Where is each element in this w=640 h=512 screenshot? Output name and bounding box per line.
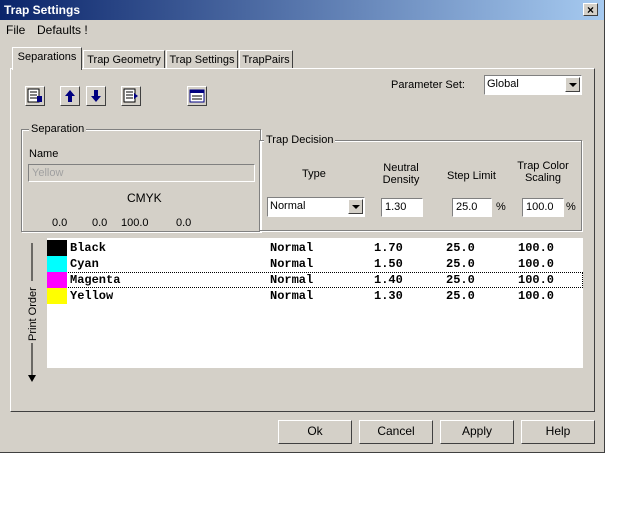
- scaling-input[interactable]: 100.0: [522, 198, 564, 217]
- separation-name: Yellow: [70, 289, 114, 303]
- step-limit-input[interactable]: 25.0: [452, 198, 492, 217]
- trap-type-value: Normal: [270, 200, 306, 212]
- color-swatch: [47, 272, 67, 288]
- scaling-unit: %: [566, 201, 576, 213]
- cmyk-yellow-value: 100.0: [121, 217, 149, 229]
- tab-trappairs[interactable]: TrapPairs: [239, 50, 293, 69]
- title-bar[interactable]: Trap Settings ×: [0, 0, 604, 20]
- separation-density: 1.40: [374, 273, 403, 287]
- properties-button[interactable]: [187, 86, 207, 106]
- cmyk-label: CMYK: [127, 191, 162, 205]
- separation-name: Cyan: [70, 257, 99, 271]
- chevron-down-icon[interactable]: [565, 77, 580, 92]
- separation-type: Normal: [270, 273, 314, 287]
- color-swatch: [47, 256, 67, 272]
- move-down-button[interactable]: [86, 86, 106, 106]
- separation-name: Black: [70, 241, 107, 255]
- cmyk-black-value: 0.0: [176, 217, 192, 229]
- ok-button[interactable]: Ok: [278, 420, 352, 444]
- edit-separation-button[interactable]: [25, 86, 45, 106]
- separation-scale: 100.0: [518, 241, 555, 255]
- window-title: Trap Settings: [4, 3, 81, 17]
- separation-scale: 100.0: [518, 289, 555, 303]
- print-order-indicator: Print Order: [27, 243, 39, 382]
- print-order-label: Print Order: [27, 287, 39, 341]
- separation-density: 1.70: [374, 241, 403, 255]
- tab-separations[interactable]: Separations: [12, 47, 82, 70]
- separation-name-field: Yellow: [28, 164, 255, 182]
- cmyk-cyan-value: 0.0: [52, 217, 68, 229]
- tab-trap-geometry[interactable]: Trap Geometry: [83, 50, 165, 69]
- arrow-up-icon: [65, 90, 75, 102]
- menu-bar: File Defaults !: [0, 21, 604, 39]
- trap-color-scaling-label: Trap Color Scaling: [517, 160, 569, 184]
- menu-defaults[interactable]: Defaults !: [37, 23, 88, 37]
- list-item[interactable]: Cyan Normal 1.50 25.0 100.0: [47, 256, 583, 272]
- color-swatch: [47, 240, 67, 256]
- separation-density: 1.50: [374, 257, 403, 271]
- step-limit-label: Step Limit: [447, 170, 496, 182]
- name-label: Name: [29, 148, 59, 160]
- separation-step: 25.0: [446, 257, 475, 271]
- tab-trap-settings[interactable]: Trap Settings: [166, 50, 238, 69]
- parameter-set-value: Global: [487, 78, 519, 90]
- list-item[interactable]: Black Normal 1.70 25.0 100.0: [47, 240, 583, 256]
- separation-type: Normal: [270, 289, 314, 303]
- neutral-density-label: Neutral Density: [382, 162, 420, 186]
- trap-settings-window: Trap Settings × File Defaults ! Separati…: [0, 0, 605, 453]
- cmyk-magenta-value: 0.0: [92, 217, 108, 229]
- edit-list-icon: [27, 88, 42, 103]
- list-item[interactable]: Yellow Normal 1.30 25.0 100.0: [47, 288, 583, 304]
- arrow-down-icon: [91, 90, 101, 102]
- cancel-button[interactable]: Cancel: [359, 420, 433, 444]
- separation-step: 25.0: [446, 241, 475, 255]
- insert-separation-button[interactable]: [121, 86, 141, 106]
- color-swatch: [47, 288, 67, 304]
- parameter-set-label: Parameter Set:: [391, 79, 465, 91]
- trap-decision-group-title: Trap Decision: [264, 134, 336, 146]
- move-up-button[interactable]: [60, 86, 80, 106]
- separation-group-title: Separation: [29, 123, 87, 135]
- separation-type: Normal: [270, 257, 314, 271]
- separation-step: 25.0: [446, 289, 475, 303]
- separations-list[interactable]: Black Normal 1.70 25.0 100.0 Cyan Normal…: [47, 238, 583, 368]
- menu-file[interactable]: File: [6, 23, 25, 37]
- separation-scale: 100.0: [518, 273, 555, 287]
- list-insert-icon: [123, 88, 138, 103]
- close-icon[interactable]: ×: [583, 3, 598, 16]
- chevron-down-icon[interactable]: [348, 199, 363, 214]
- step-limit-unit: %: [496, 201, 506, 213]
- help-button[interactable]: Help: [521, 420, 595, 444]
- separation-scale: 100.0: [518, 257, 555, 271]
- apply-button[interactable]: Apply: [440, 420, 514, 444]
- list-item[interactable]: Magenta Normal 1.40 25.0 100.0: [47, 272, 583, 288]
- trap-type-dropdown[interactable]: Normal: [267, 197, 365, 217]
- type-label: Type: [302, 168, 326, 180]
- separation-type: Normal: [270, 241, 314, 255]
- parameter-set-dropdown[interactable]: Global: [484, 75, 582, 95]
- separation-name: Magenta: [70, 273, 121, 287]
- window-icon: [189, 89, 205, 103]
- neutral-density-input[interactable]: 1.30: [381, 198, 423, 217]
- separation-density: 1.30: [374, 289, 403, 303]
- separation-step: 25.0: [446, 273, 475, 287]
